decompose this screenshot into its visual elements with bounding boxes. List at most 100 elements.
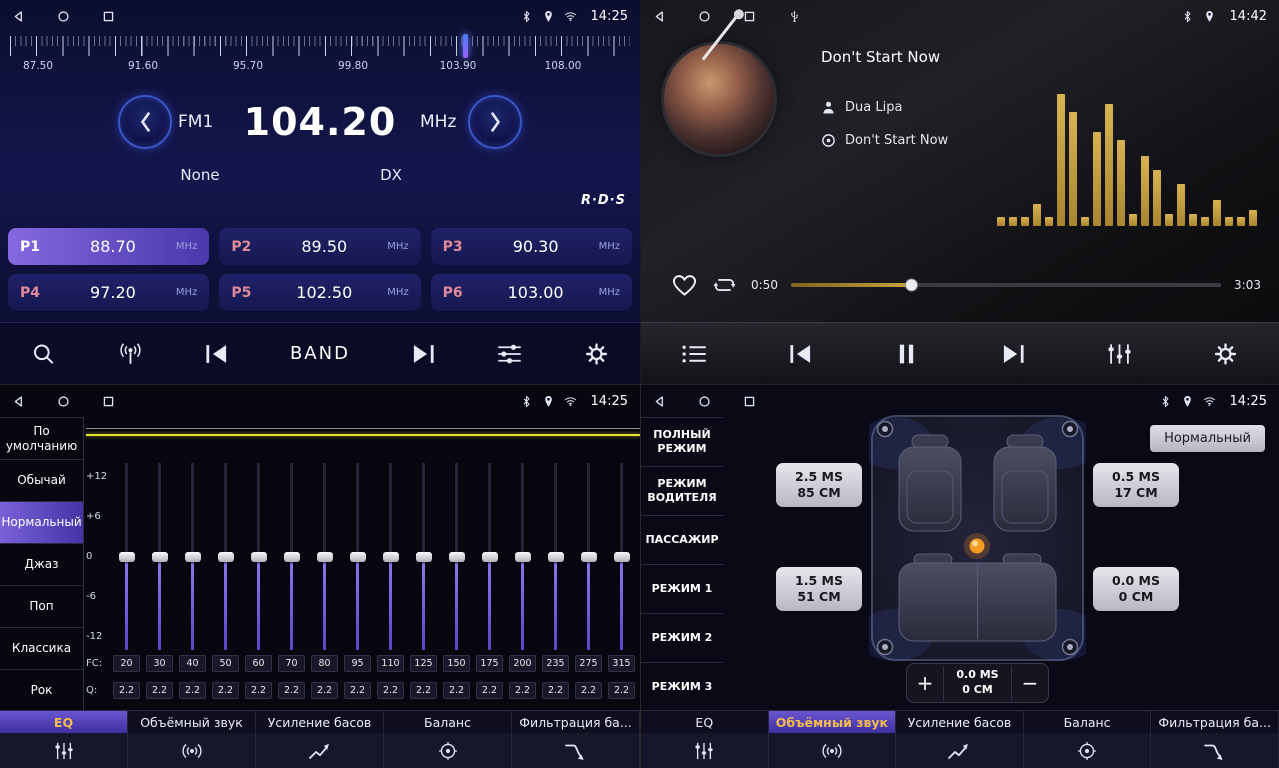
tab-icon-cell-balance[interactable] (1024, 733, 1152, 768)
repeat-button[interactable] (711, 273, 738, 297)
eq-band-slider[interactable] (374, 463, 407, 650)
slider-knob[interactable] (515, 552, 531, 562)
tab-icon-cell-bass[interactable] (256, 733, 384, 768)
slider-knob[interactable] (383, 552, 399, 562)
slider-knob[interactable] (119, 552, 135, 562)
tab-balance[interactable]: Баланс (1024, 711, 1152, 733)
delay-front-right[interactable]: 0.5 MS 17 CM (1093, 463, 1179, 507)
mode-item[interactable]: ПОЛНЫЙ РЕЖИМ (641, 418, 723, 467)
eq-preset-item[interactable]: Рок (0, 670, 83, 712)
delay-rear-left[interactable]: 1.5 MS 51 CM (776, 567, 862, 611)
back-icon[interactable] (653, 10, 666, 23)
slider-knob[interactable] (548, 552, 564, 562)
eq-band-slider[interactable] (242, 463, 275, 650)
eq-band-slider[interactable] (110, 463, 143, 650)
slider-knob[interactable] (482, 552, 498, 562)
eq-preset-item[interactable]: Обычай (0, 460, 83, 502)
radio-preset-P1[interactable]: P188.70MHz (8, 228, 209, 265)
eq-preset-item[interactable]: Нормальный (0, 502, 83, 544)
tab-icon-cell-filter[interactable] (1151, 733, 1279, 768)
mode-item[interactable]: ПАССАЖИР (641, 516, 723, 565)
slider-knob[interactable] (614, 552, 630, 562)
scan-icon[interactable] (30, 342, 57, 366)
home-icon[interactable] (57, 395, 70, 408)
tab-icon-cell-eq[interactable] (641, 733, 769, 768)
recents-icon[interactable] (743, 395, 756, 408)
mode-item[interactable]: РЕЖИМ 3 (641, 663, 723, 712)
home-icon[interactable] (698, 395, 711, 408)
tab-eq[interactable]: EQ (641, 711, 769, 733)
eq-band-slider[interactable] (440, 463, 473, 650)
eq-band-slider[interactable] (176, 463, 209, 650)
radio-preset-P3[interactable]: P390.30MHz (431, 228, 632, 265)
tune-up-button[interactable] (468, 95, 522, 149)
gear-icon[interactable] (1212, 342, 1239, 366)
prev-track-icon[interactable] (787, 342, 814, 366)
eq-band-slider[interactable] (407, 463, 440, 650)
eq-band-slider[interactable] (341, 463, 374, 650)
next-track-icon[interactable] (410, 342, 437, 366)
back-icon[interactable] (653, 395, 666, 408)
slider-knob[interactable] (581, 552, 597, 562)
frequency-ruler[interactable] (10, 36, 630, 56)
slider-knob[interactable] (416, 552, 432, 562)
home-icon[interactable] (698, 10, 711, 23)
tab-bass[interactable]: Усиление басов (256, 711, 384, 733)
seek-bar[interactable] (791, 283, 1221, 287)
tab-filter[interactable]: Фильтрация ба... (512, 711, 640, 733)
seek-knob[interactable] (905, 279, 918, 292)
eq-preset-item[interactable]: Джаз (0, 544, 83, 586)
tab-icon-cell-surround[interactable] (769, 733, 897, 768)
radio-preset-P2[interactable]: P289.50MHz (219, 228, 420, 265)
tab-surround[interactable]: Объёмный звук (769, 711, 897, 733)
tab-icon-cell-surround[interactable] (128, 733, 256, 768)
current-preset-badge[interactable]: Нормальный (1150, 425, 1265, 452)
slider-knob[interactable] (218, 552, 234, 562)
eq-band-slider[interactable] (143, 463, 176, 650)
eq-preset-item[interactable]: По умолчанию (0, 418, 83, 460)
radio-preset-P4[interactable]: P497.20MHz (8, 274, 209, 311)
slider-knob[interactable] (152, 552, 168, 562)
delay-rear-right[interactable]: 0.0 MS 0 CM (1093, 567, 1179, 611)
playlist-icon[interactable] (681, 342, 708, 366)
slider-knob[interactable] (350, 552, 366, 562)
eq-band-slider[interactable] (605, 463, 638, 650)
delay-front-left[interactable]: 2.5 MS 85 CM (776, 463, 862, 507)
eq-band-slider[interactable] (473, 463, 506, 650)
slider-knob[interactable] (449, 552, 465, 562)
slider-knob[interactable] (317, 552, 333, 562)
car-cabin-map[interactable] (869, 413, 1086, 663)
tab-balance[interactable]: Баланс (384, 711, 512, 733)
tune-down-button[interactable] (118, 95, 172, 149)
eq-band-slider[interactable] (209, 463, 242, 650)
tab-icon-cell-bass[interactable] (896, 733, 1024, 768)
decrease-delay-button[interactable]: − (1012, 671, 1048, 695)
eq-band-slider[interactable] (308, 463, 341, 650)
back-icon[interactable] (12, 395, 25, 408)
back-icon[interactable] (12, 10, 25, 23)
slider-knob[interactable] (185, 552, 201, 562)
recents-icon[interactable] (102, 395, 115, 408)
eq-band-slider[interactable] (275, 463, 308, 650)
tab-icon-cell-balance[interactable] (384, 733, 512, 768)
listening-position-dot[interactable] (964, 533, 990, 559)
slider-knob[interactable] (251, 552, 267, 562)
recents-icon[interactable] (743, 10, 756, 23)
radio-preset-P5[interactable]: P5102.50MHz (219, 274, 420, 311)
tab-filter[interactable]: Фильтрация ба... (1151, 711, 1279, 733)
eq-preset-item[interactable]: Поп (0, 586, 83, 628)
mode-item[interactable]: РЕЖИМ ВОДИТЕЛЯ (641, 467, 723, 516)
tab-surround[interactable]: Объёмный звук (128, 711, 256, 733)
prev-track-icon[interactable] (203, 342, 230, 366)
recents-icon[interactable] (102, 10, 115, 23)
tab-icon-cell-filter[interactable] (512, 733, 640, 768)
tab-icon-cell-eq[interactable] (0, 733, 128, 768)
home-icon[interactable] (57, 10, 70, 23)
tab-eq[interactable]: EQ (0, 711, 128, 733)
mode-item[interactable]: РЕЖИМ 1 (641, 565, 723, 614)
eq-preset-item[interactable]: Классика (0, 628, 83, 670)
band-button[interactable]: BAND (290, 343, 350, 364)
mode-item[interactable]: РЕЖИМ 2 (641, 614, 723, 663)
next-track-icon[interactable] (1000, 342, 1027, 366)
favorite-button[interactable] (671, 273, 698, 297)
